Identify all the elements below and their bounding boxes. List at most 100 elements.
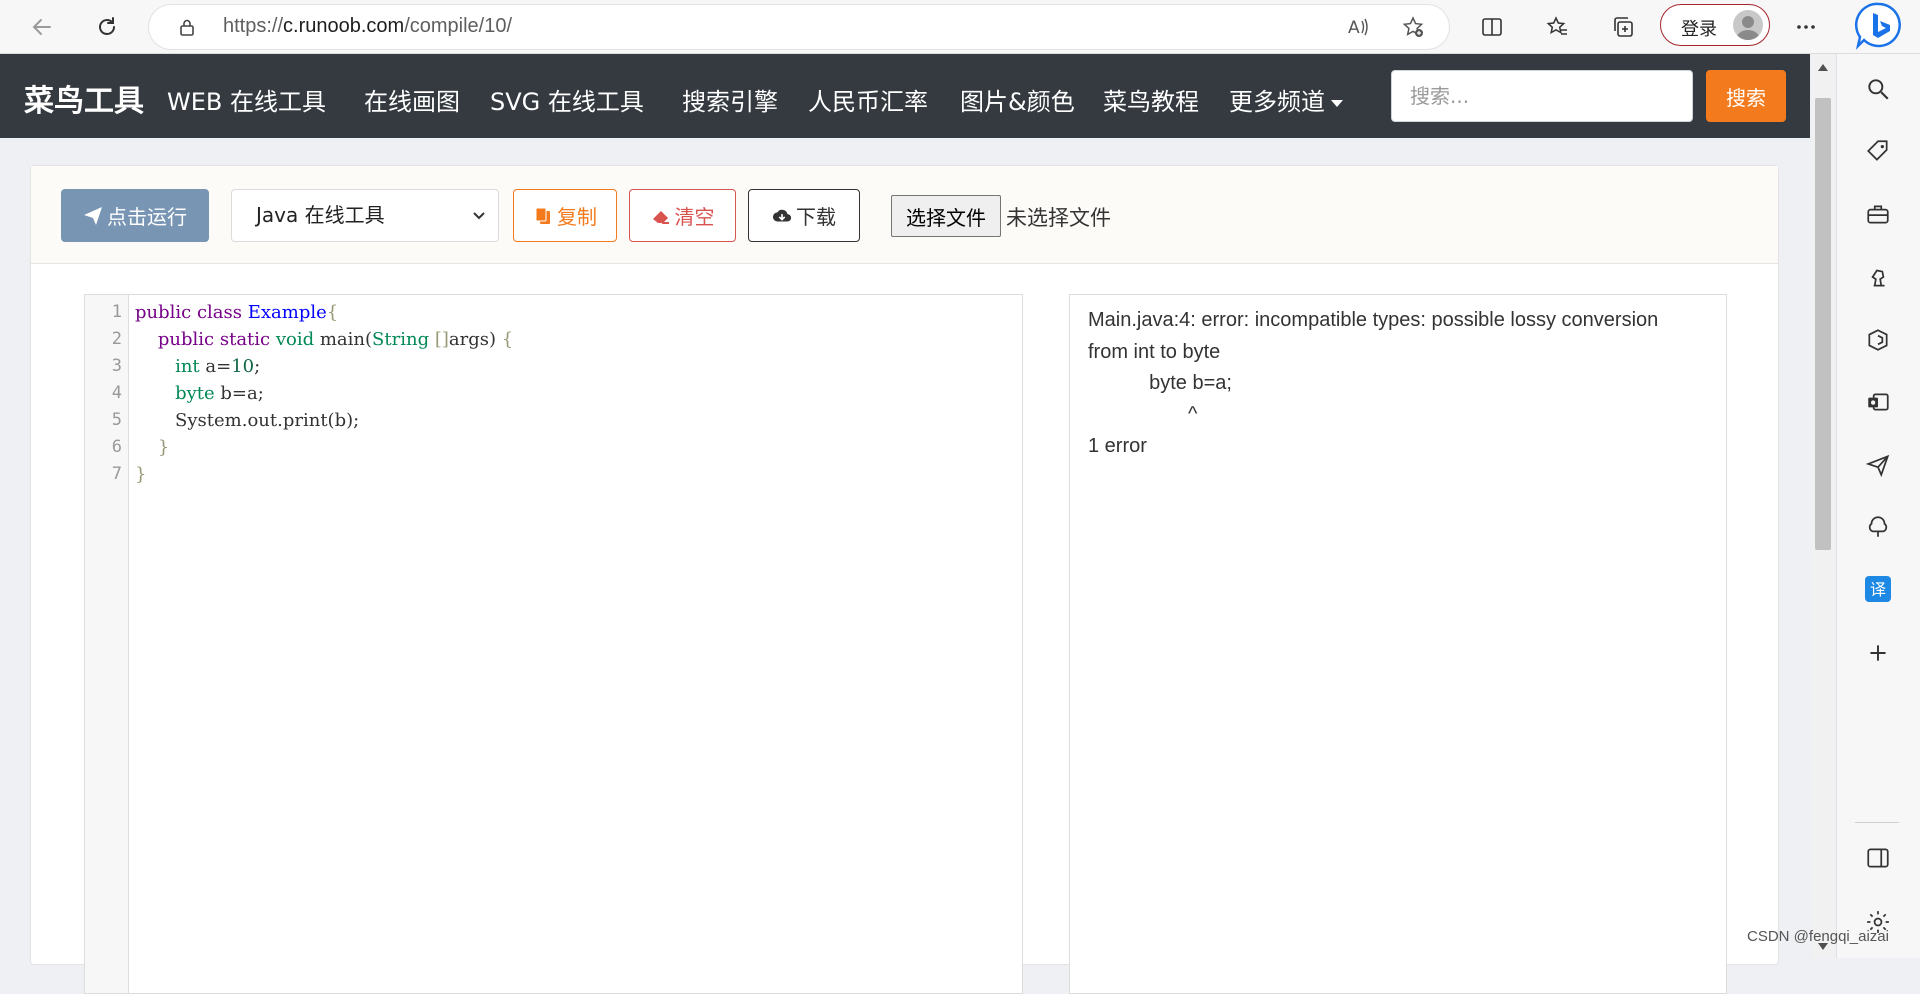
line-number: 2 xyxy=(111,329,122,349)
sidebar-translate[interactable]: 译 xyxy=(1861,572,1895,606)
profile-login-button[interactable]: 登录 xyxy=(1660,4,1770,46)
nav-svg-tools[interactable]: SVG 在线工具 xyxy=(490,82,644,117)
page-scrollbar[interactable] xyxy=(1812,54,1834,958)
avatar xyxy=(1733,10,1763,40)
favorites-button[interactable] xyxy=(1540,9,1576,45)
eraser-icon xyxy=(652,210,669,224)
bing-chat-icon[interactable] xyxy=(1854,0,1904,50)
tag-icon xyxy=(1867,140,1888,161)
compiler-card: 点击运行 Java 在线工具 复制 清空 下载 选择文件 未选择文件 1 2 3… xyxy=(30,165,1779,994)
split-screen-button[interactable] xyxy=(1474,9,1510,45)
sidebar-send[interactable] xyxy=(1861,448,1895,482)
sidebar-hide[interactable] xyxy=(1861,841,1895,875)
chevron-down-icon xyxy=(473,212,485,220)
nav-tutorial[interactable]: 菜鸟教程 xyxy=(1103,82,1199,117)
sidebar-outlook[interactable] xyxy=(1861,385,1895,419)
favorites-icon xyxy=(1546,16,1567,35)
language-select[interactable]: Java 在线工具 xyxy=(231,189,499,242)
arrow-left-icon xyxy=(32,19,51,35)
code-line: byte b=a; xyxy=(175,383,264,404)
collections-button[interactable] xyxy=(1605,9,1641,45)
site-search-button[interactable]: 搜索 xyxy=(1706,70,1786,122)
search-icon xyxy=(1868,79,1889,100)
output-line: 1 error xyxy=(1088,435,1147,457)
outlook-icon xyxy=(1868,393,1889,411)
browser-toolbar: https://c.runoob.com/compile/10/ A 登录 xyxy=(0,0,1920,54)
cloud-download-icon xyxy=(772,209,792,221)
code-line: } xyxy=(135,464,147,485)
code-line: public static void main(String []args) { xyxy=(157,329,514,350)
caret-down-icon xyxy=(1331,99,1343,107)
download-button[interactable]: 下载 xyxy=(748,189,860,242)
nav-search-engine[interactable]: 搜索引擎 xyxy=(682,82,778,117)
edge-sidebar: 译 xyxy=(1836,54,1920,958)
line-number: 1 xyxy=(111,302,122,322)
watermark: CSDN @fengqi_aizai xyxy=(1747,928,1889,945)
run-button[interactable]: 点击运行 xyxy=(61,189,209,242)
chess-icon xyxy=(1871,269,1885,287)
line-number: 4 xyxy=(111,383,122,403)
line-number-gutter: 1 2 3 4 5 6 7 xyxy=(85,295,129,993)
address-bar[interactable]: https://c.runoob.com/compile/10/ A xyxy=(149,5,1449,49)
refresh-icon xyxy=(99,17,115,35)
sidebar-tools[interactable] xyxy=(1861,197,1895,231)
sidebar-search[interactable] xyxy=(1861,72,1895,106)
more-icon xyxy=(1797,25,1815,29)
output-line: Main.java:4: error: incompatible types: … xyxy=(1088,309,1659,331)
nav-image-color[interactable]: 图片&颜色 xyxy=(960,82,1075,117)
nav-web-tools[interactable]: WEB 在线工具 xyxy=(167,82,326,117)
more-button[interactable] xyxy=(1788,9,1824,45)
sidebar-shopping[interactable] xyxy=(1861,134,1895,168)
compiler-toolbar: 点击运行 Java 在线工具 复制 清空 下载 选择文件 未选择文件 xyxy=(31,166,1778,264)
output-line: byte b=a; xyxy=(1088,372,1232,394)
sidebar-add[interactable] xyxy=(1861,636,1895,670)
line-number: 6 xyxy=(111,437,122,457)
sidebar-divider xyxy=(1855,822,1899,823)
copy-button[interactable]: 复制 xyxy=(513,189,617,242)
lock-icon xyxy=(180,19,194,36)
paper-plane-icon xyxy=(84,206,102,225)
scrollbar-thumb[interactable] xyxy=(1815,98,1831,550)
nav-currency[interactable]: 人民币汇率 xyxy=(808,82,928,117)
output-panel[interactable]: Main.java:4: error: incompatible types: … xyxy=(1069,294,1727,994)
svg-text:译: 译 xyxy=(1870,580,1886,599)
collections-icon xyxy=(1614,17,1633,37)
scroll-up-arrow[interactable] xyxy=(1818,64,1828,71)
output-line: ^ xyxy=(1088,403,1198,425)
tree-icon xyxy=(1868,516,1888,537)
star-plus-icon[interactable] xyxy=(1401,15,1425,39)
sidebar-panel-icon xyxy=(1867,848,1889,868)
refresh-button[interactable] xyxy=(89,9,125,45)
site-navbar: 菜鸟工具 WEB 在线工具 在线画图 SVG 在线工具 搜索引擎 人民币汇率 图… xyxy=(0,54,1810,138)
site-brand[interactable]: 菜鸟工具 xyxy=(24,76,144,120)
file-status: 未选择文件 xyxy=(1006,206,1111,230)
copy-icon xyxy=(535,207,550,224)
output-line: from int to byte xyxy=(1088,341,1221,363)
office-icon xyxy=(1868,329,1888,351)
read-aloud-icon[interactable]: A xyxy=(1346,15,1370,39)
login-label: 登录 xyxy=(1681,19,1717,40)
sidebar-tree[interactable] xyxy=(1861,510,1895,544)
svg-text:A: A xyxy=(1348,18,1360,38)
choose-file-button[interactable]: 选择文件 xyxy=(891,195,1001,237)
code-editor[interactable]: 1 2 3 4 5 6 7 public class Example{ publ… xyxy=(84,294,1023,994)
sidebar-games[interactable] xyxy=(1861,260,1895,294)
code-line: } xyxy=(157,437,170,458)
line-number: 7 xyxy=(111,464,122,484)
toolbox-icon xyxy=(1867,205,1889,224)
nav-more-channels[interactable]: 更多频道 xyxy=(1229,82,1343,117)
sidebar-office[interactable] xyxy=(1861,323,1895,357)
code-line: public class Example{ xyxy=(135,302,339,323)
code-line: System.out.print(b); xyxy=(135,410,360,431)
send-icon xyxy=(1865,454,1890,478)
code-line: int a=10; xyxy=(175,356,261,377)
nav-drawing[interactable]: 在线画图 xyxy=(364,82,460,117)
site-search-input[interactable] xyxy=(1391,70,1693,122)
clear-button[interactable]: 清空 xyxy=(629,189,736,242)
translate-icon: 译 xyxy=(1865,576,1891,602)
url-text: https://c.runoob.com/compile/10/ xyxy=(223,15,513,37)
back-button[interactable] xyxy=(24,9,60,45)
plus-icon xyxy=(1870,645,1886,661)
line-number: 5 xyxy=(111,410,122,430)
line-number: 3 xyxy=(111,356,122,376)
